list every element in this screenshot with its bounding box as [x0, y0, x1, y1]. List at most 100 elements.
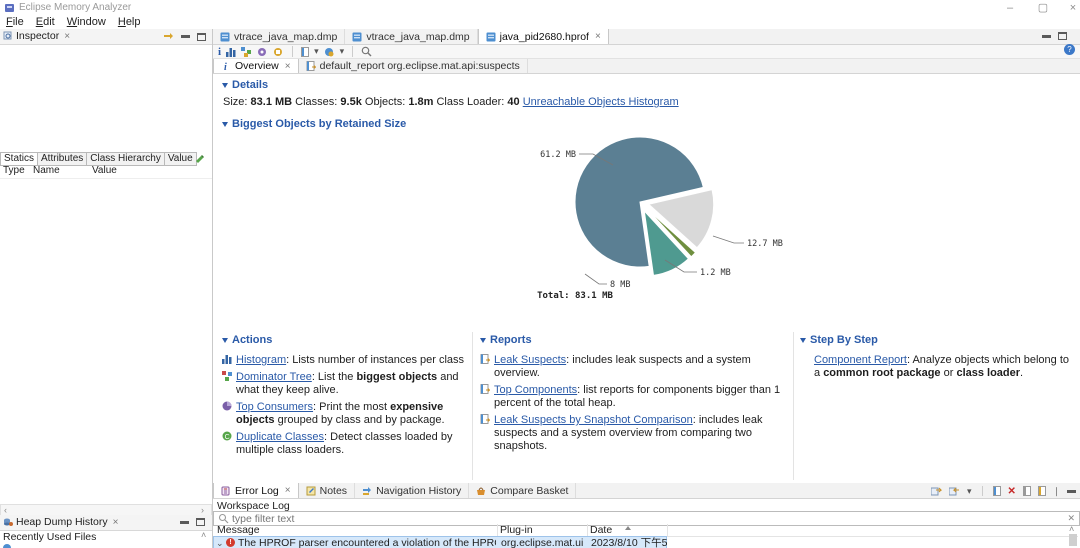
menu-help[interactable]: Help [112, 16, 147, 29]
inspector-subtab-class-hierarchy[interactable]: Class Hierarchy [87, 152, 165, 166]
scrollbar-thumb[interactable] [1069, 534, 1077, 546]
minimize-view-icon[interactable] [181, 35, 190, 38]
inspector-subtab-statics[interactable]: Statics [0, 152, 39, 166]
pencil-icon[interactable] [194, 153, 205, 164]
panel-tab-label: Compare Basket [490, 484, 569, 497]
open-log-icon[interactable] [1022, 486, 1031, 496]
restore-log-icon[interactable] [1037, 486, 1046, 496]
section-title: Actions [232, 334, 273, 346]
top-components-link[interactable]: Top Components [494, 384, 577, 396]
run-report-icon[interactable] [301, 46, 310, 57]
leak-suspects-link[interactable]: Leak Suspects [494, 354, 566, 366]
help-icon[interactable]: ? [1064, 44, 1075, 55]
clear-log-icon[interactable] [992, 486, 1001, 496]
minimize-panel-icon[interactable] [1067, 489, 1077, 493]
expand-row-icon[interactable]: ⌄ [216, 538, 224, 548]
dominator-tree-link[interactable]: Dominator Tree [236, 371, 312, 383]
query-dropdown-icon[interactable]: ▾ [340, 46, 345, 57]
actions-header[interactable]: Actions [222, 334, 467, 346]
col-plugin[interactable]: Plug-in [500, 524, 533, 536]
heap-history-tab[interactable]: Heap Dump History × [3, 516, 118, 528]
search-icon[interactable] [361, 46, 372, 57]
col-message[interactable]: Message [217, 524, 260, 536]
overview-info-icon[interactable]: i [218, 46, 221, 58]
heap-dump-file-icon [220, 32, 230, 41]
col-date[interactable]: Date [590, 524, 612, 536]
class-loader-icon[interactable] [273, 47, 284, 57]
list-item: C Duplicate Classes: Detect classes loade… [222, 431, 467, 457]
dominator-tree-icon[interactable] [241, 46, 252, 57]
editor-tab-vtrace-java-map-dmp[interactable]: vtrace_java_map.dmp [345, 29, 478, 44]
duplicate-classes-link[interactable]: Duplicate Classes [236, 431, 324, 443]
close-tab-icon[interactable]: × [285, 485, 291, 496]
list-item: Component Report: Analyze objects which … [800, 354, 1072, 380]
details-section-header[interactable]: Details [222, 79, 268, 91]
component-report-link[interactable]: Component Report [814, 354, 907, 366]
panel-tab-error-log[interactable]: Error Log × [213, 483, 299, 498]
result-tab-default-report-org-eclipse-mat-api-suspe[interactable]: default_report org.eclipse.mat.api:suspe… [299, 59, 528, 73]
minimize-editor-icon[interactable] [1042, 34, 1051, 38]
biggest-objects-section-header[interactable]: Biggest Objects by Retained Size [222, 118, 406, 130]
heap-dump-history-icon [4, 518, 13, 526]
menu-edit[interactable]: Edit [30, 16, 61, 29]
result-tab-overview[interactable]: i Overview × [213, 59, 299, 73]
collapse-icon[interactable] [480, 337, 486, 343]
window-title: Eclipse Memory Analyzer [19, 2, 132, 13]
error-log-row[interactable]: ⌄ ! The HPROF parser encountered a viola… [213, 536, 667, 548]
top-consumers-link[interactable]: Top Consumers [236, 401, 313, 413]
col-value[interactable]: Value [92, 165, 117, 176]
unreachable-objects-link[interactable]: Unreachable Objects Histogram [523, 96, 679, 108]
histogram-link[interactable]: Histogram [236, 354, 286, 366]
collapse-icon[interactable] [222, 82, 228, 88]
inspector-close-icon[interactable]: × [64, 31, 70, 42]
report-dropdown-icon[interactable]: ▾ [314, 46, 319, 57]
heap-history-close-icon[interactable]: × [113, 517, 119, 528]
scroll-up-icon[interactable]: ˄ [1069, 524, 1074, 534]
eclipse-memory-analyzer-window: Eclipse Memory Analyzer – ▢ × File Edit Wi… [0, 0, 1080, 548]
minimize-view-icon[interactable] [180, 520, 189, 524]
scroll-right-icon[interactable]: › [201, 505, 204, 515]
pin-icon[interactable]: ❘ [1053, 486, 1061, 497]
leak-suspects-by-snapshot-comparison-link[interactable]: Leak Suspects by Snapshot Comparison [494, 414, 693, 426]
panel-tab-compare-basket[interactable]: Compare Basket [469, 483, 577, 498]
scroll-up-icon[interactable]: ˄ [201, 530, 206, 540]
collapse-icon[interactable] [222, 337, 228, 343]
clear-filter-icon[interactable]: ✕ [1067, 513, 1075, 524]
reports-header[interactable]: Reports [480, 334, 786, 346]
collapse-icon[interactable] [222, 121, 228, 127]
collapse-icon[interactable] [800, 337, 806, 343]
panel-tab-navigation-history[interactable]: Navigation History [355, 483, 470, 498]
delete-log-icon[interactable]: ✕ [1008, 486, 1016, 497]
filter-input[interactable] [232, 513, 1068, 524]
inspector-subtab-attributes[interactable]: Attributes [38, 152, 88, 166]
window-maximize-button[interactable]: ▢ [1028, 1, 1058, 15]
maximize-view-icon[interactable] [197, 32, 206, 41]
col-name[interactable]: Name [33, 165, 60, 176]
window-close-button[interactable]: × [1058, 1, 1080, 15]
retained-size-pie-chart[interactable]: 61.2 MB 12.7 MB 1.2 MB 8 MBTotal: 83.1 MB [213, 130, 1080, 310]
histogram-icon [222, 355, 232, 364]
menu-window[interactable]: Window [61, 16, 112, 29]
maximize-view-icon[interactable] [196, 518, 205, 526]
maximize-editor-icon[interactable] [1058, 32, 1067, 40]
inspector-subtab-value[interactable]: Value [164, 152, 197, 166]
editor-tab-java-pid2680-hprof[interactable]: java_pid2680.hprof × [477, 29, 609, 44]
export-log-icon[interactable] [931, 486, 942, 496]
menu-file[interactable]: File [0, 16, 30, 29]
panel-tab-notes[interactable]: Notes [299, 483, 356, 498]
import-log-icon[interactable] [949, 486, 960, 496]
step-by-step-header[interactable]: Step By Step [800, 334, 1072, 346]
scroll-left-icon[interactable]: ‹ [4, 505, 7, 515]
inspector-tab[interactable]: Inspector × [3, 30, 70, 42]
close-tab-icon[interactable]: × [595, 31, 601, 42]
col-type[interactable]: Type [3, 165, 25, 176]
editor-tab-vtrace-java-map-dmp[interactable]: vtrace_java_map.dmp [213, 29, 346, 44]
query-browser-icon[interactable] [324, 47, 335, 57]
view-menu-icon[interactable]: ▾ [967, 486, 972, 497]
link-with-editor-icon[interactable] [163, 32, 174, 41]
histogram-icon[interactable] [226, 47, 236, 57]
svg-text:C: C [225, 434, 230, 441]
window-minimize-button[interactable]: – [995, 1, 1025, 15]
close-tab-icon[interactable]: × [285, 61, 291, 72]
path-to-gc-icon[interactable] [257, 47, 268, 57]
